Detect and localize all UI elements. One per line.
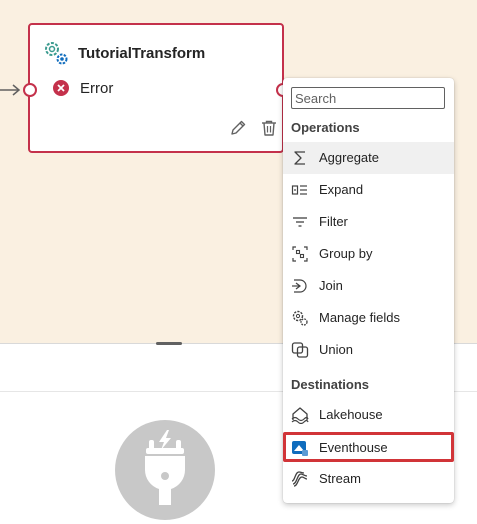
menu-item-expand[interactable]: Expand <box>283 174 454 206</box>
eventhouse-icon <box>292 441 308 456</box>
operations-heading: Operations <box>291 120 360 135</box>
node-status: Error <box>80 80 114 97</box>
plug-icon <box>115 420 215 520</box>
gears-icon <box>45 42 68 65</box>
node-title: TutorialTransform <box>78 45 206 62</box>
expand-icon <box>291 185 307 195</box>
menu-item-manage-fields[interactable]: Manage fields <box>283 302 454 334</box>
union-icon <box>291 342 309 358</box>
lakehouse-icon <box>291 407 309 424</box>
menu-item-eventhouse[interactable]: Eventhouse <box>283 432 454 462</box>
join-icon <box>292 279 307 293</box>
menu-item-group-by[interactable]: Group by <box>283 238 454 270</box>
resize-handle[interactable] <box>156 342 182 345</box>
menu-item-aggregate[interactable]: Aggregate <box>283 142 454 174</box>
menu-item-label: Join <box>319 278 343 293</box>
delete-icon[interactable] <box>260 119 278 137</box>
input-port[interactable] <box>23 83 37 97</box>
stream-icon <box>291 471 308 487</box>
gears-icon <box>292 310 308 326</box>
menu-item-label: Aggregate <box>319 150 379 165</box>
incoming-arrow-icon <box>0 84 21 96</box>
menu-item-lakehouse[interactable]: Lakehouse <box>283 399 454 431</box>
menu-item-label: Eventhouse <box>319 440 388 455</box>
menu-item-union[interactable]: Union <box>283 334 454 366</box>
menu-item-join[interactable]: Join <box>283 270 454 302</box>
menu-item-stream[interactable]: Stream <box>283 463 454 495</box>
edit-icon[interactable] <box>229 119 247 137</box>
menu-item-filter[interactable]: Filter <box>283 206 454 238</box>
menu-item-label: Group by <box>319 246 373 261</box>
destinations-heading: Destinations <box>291 377 370 392</box>
menu-item-label: Lakehouse <box>319 407 383 422</box>
sigma-icon <box>294 151 305 165</box>
menu-item-label: Filter <box>319 214 348 229</box>
menu-item-label: Expand <box>319 182 364 197</box>
search-input[interactable] <box>291 87 445 109</box>
group-by-icon <box>292 246 308 262</box>
error-icon <box>53 80 69 96</box>
add-destination-menu: Operations Aggregate Expand Filter Gro <box>283 78 454 503</box>
menu-item-label: Manage fields <box>319 310 400 325</box>
filter-icon <box>293 217 307 227</box>
menu-item-label: Union <box>319 342 353 357</box>
transform-node[interactable]: TutorialTransform Error <box>28 23 284 153</box>
menu-item-label: Stream <box>319 471 361 486</box>
